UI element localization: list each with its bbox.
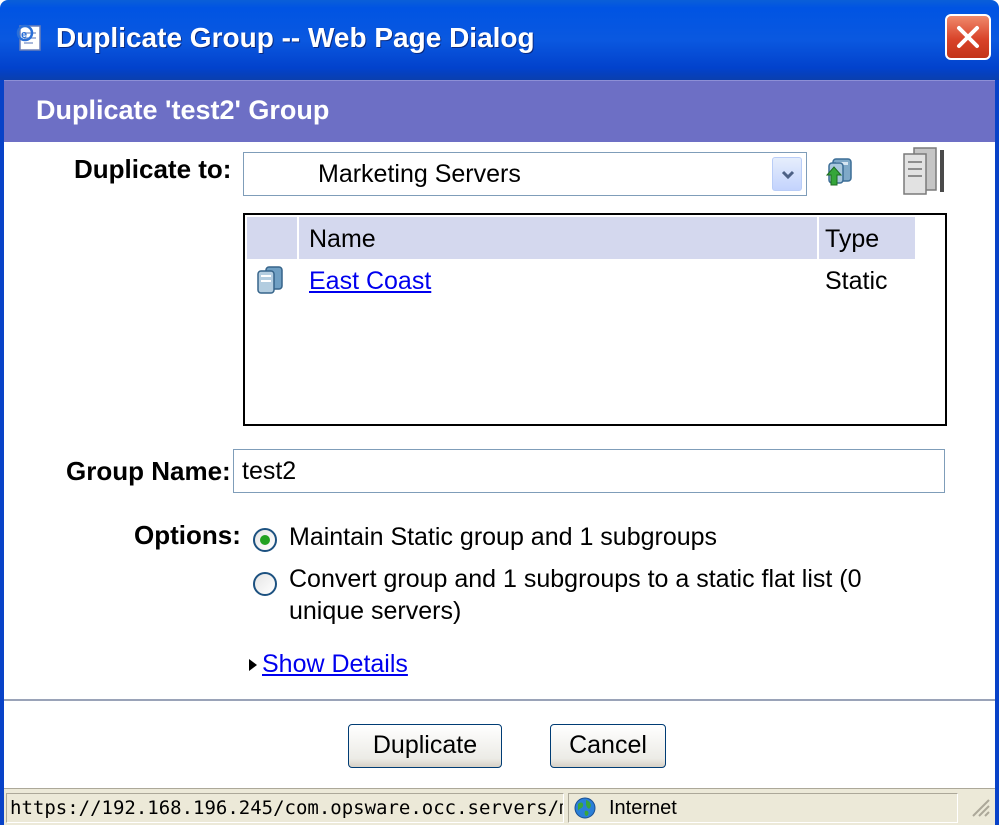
server-group-icon: [255, 265, 285, 300]
show-details[interactable]: Show Details: [248, 650, 408, 679]
triangle-right-icon: [249, 659, 257, 672]
radio-convert-flat[interactable]: [253, 572, 277, 596]
ie-page-icon: e: [16, 24, 44, 52]
dropdown-button[interactable]: [772, 157, 802, 191]
option-convert-flat-text[interactable]: Convert group and 1 subgroups to a stati…: [289, 562, 862, 596]
resize-grip-icon[interactable]: [967, 794, 991, 823]
window-frame-right: [995, 80, 999, 825]
security-zone-label: Internet: [609, 797, 677, 819]
duplicate-button[interactable]: Duplicate: [348, 724, 502, 768]
column-header-name[interactable]: Name: [309, 225, 376, 254]
column-header-type[interactable]: Type: [825, 225, 879, 254]
footer-divider: [4, 699, 995, 701]
close-icon: [957, 26, 979, 48]
title-bar[interactable]: e Duplicate Group -- Web Page Dialog: [0, 0, 999, 80]
dialog-header: Duplicate 'test2' Group: [4, 80, 995, 142]
group-up-icon[interactable]: [823, 155, 857, 194]
option-convert-flat-text-cont[interactable]: unique servers): [289, 594, 461, 628]
radio-maintain-static[interactable]: [253, 528, 277, 552]
security-zone[interactable]: Internet: [568, 793, 958, 823]
duplicate-to-value: Marketing Servers: [318, 160, 521, 188]
close-button[interactable]: [945, 14, 991, 60]
table-row[interactable]: East Coast Static: [247, 259, 915, 301]
dialog-heading: Duplicate 'test2' Group: [36, 95, 330, 125]
duplicate-to-select[interactable]: Marketing Servers: [243, 152, 807, 196]
status-bar: https://192.168.196.245/com.opsware.occ.…: [4, 788, 995, 825]
svg-text:e: e: [21, 29, 27, 41]
group-link-east-coast[interactable]: East Coast: [309, 267, 431, 296]
group-list[interactable]: Name Type East Coast Static: [243, 213, 947, 426]
globe-icon: [574, 797, 596, 819]
group-name-label: Group Name:: [66, 456, 231, 486]
status-url: https://192.168.196.245/com.opsware.occ.…: [6, 793, 564, 823]
group-type: Static: [825, 267, 888, 295]
chevron-down-icon: [781, 170, 795, 180]
server-library-icon[interactable]: [896, 142, 950, 201]
group-name-input[interactable]: [233, 449, 945, 493]
options-label: Options:: [134, 520, 241, 550]
cancel-button[interactable]: Cancel: [550, 724, 666, 768]
group-list-header: Name Type: [247, 217, 915, 259]
option-maintain-static-text[interactable]: Maintain Static group and 1 subgroups: [289, 520, 717, 554]
duplicate-to-label: Duplicate to:: [74, 154, 232, 184]
window-title: Duplicate Group -- Web Page Dialog: [56, 22, 535, 53]
show-details-link[interactable]: Show Details: [262, 650, 408, 678]
